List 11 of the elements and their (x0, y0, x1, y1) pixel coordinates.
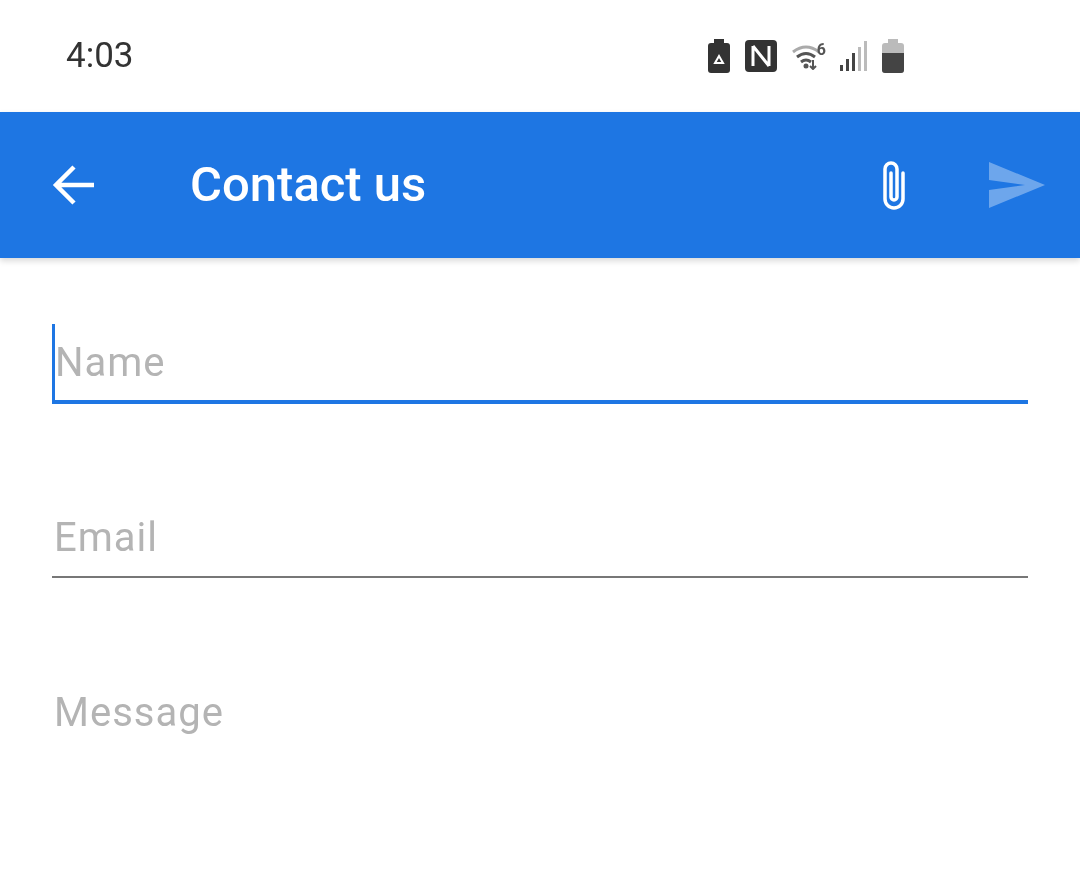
nfc-icon (744, 40, 777, 72)
text-field[interactable]: Email (52, 498, 1028, 578)
text-field[interactable]: Name (52, 324, 1028, 404)
back-arrow-icon (52, 165, 96, 205)
battery-icon (882, 39, 904, 73)
status-time: 4:03 (66, 33, 134, 78)
screen-title: Contact us (190, 155, 428, 216)
send-icon (989, 162, 1045, 208)
signal-icon (840, 41, 868, 71)
text-field[interactable]: Message (52, 672, 1028, 752)
battery-saver-icon (706, 39, 731, 73)
